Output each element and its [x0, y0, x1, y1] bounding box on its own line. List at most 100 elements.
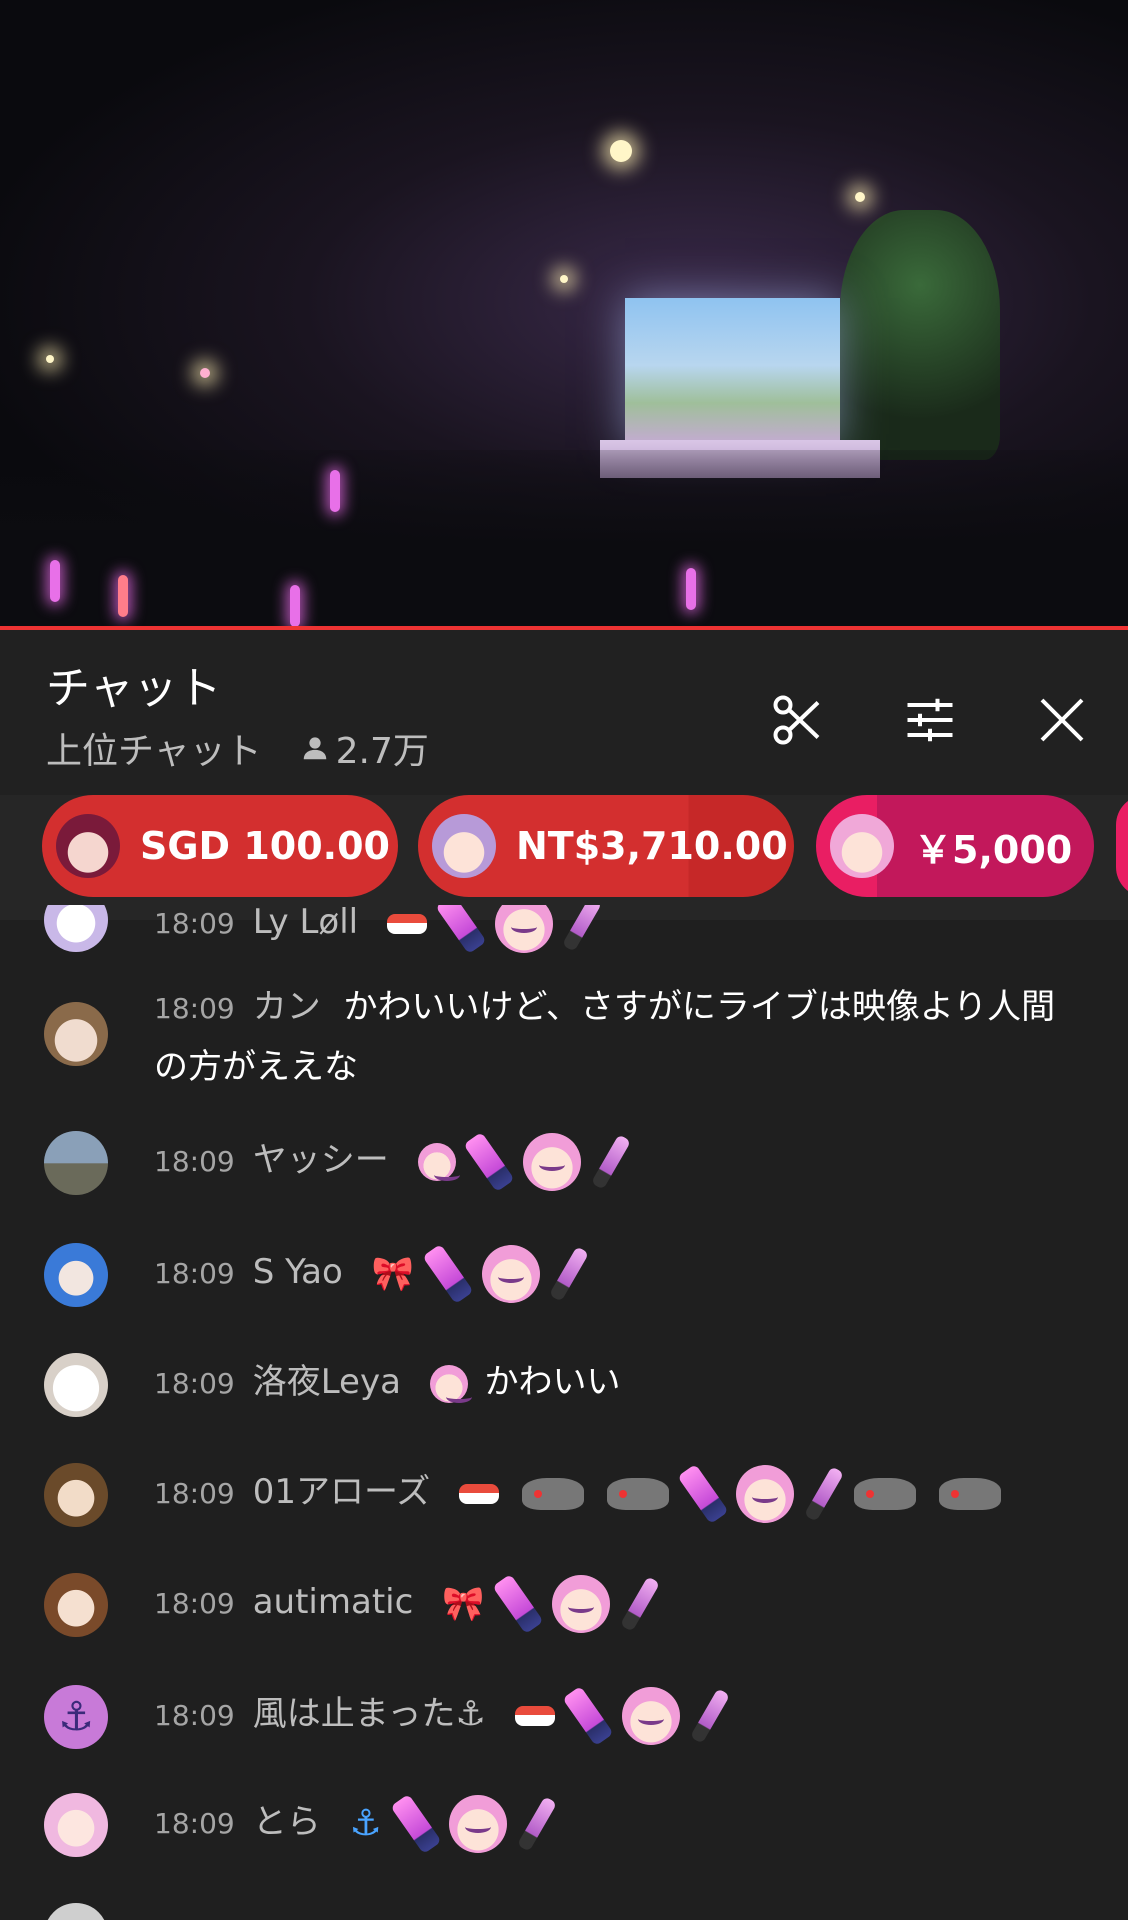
- stage-light: [560, 275, 568, 283]
- character-emote: [481, 1244, 540, 1303]
- avatar: ⚓: [44, 1685, 108, 1749]
- cat-emote: [938, 1477, 1001, 1510]
- glowstick-emote: [389, 1793, 442, 1854]
- glowstick-emote: [463, 1131, 515, 1192]
- message-time: 18:09: [154, 907, 235, 940]
- stage-screen: [625, 298, 840, 448]
- glowstick-emote: [804, 1465, 845, 1522]
- glowstick-emote: [517, 1795, 558, 1852]
- superchat-chip[interactable]: NT$3,710.00: [418, 795, 794, 897]
- character-emote: [449, 1794, 508, 1853]
- chat-message: 18:09 ヤッシー: [0, 1123, 1128, 1203]
- chat-message: 18:09 01アローズ: [0, 1455, 1128, 1535]
- message-author: カン: [252, 987, 321, 1027]
- stage-light: [46, 355, 54, 363]
- avatar: [44, 1903, 108, 1920]
- person-icon: [303, 737, 326, 760]
- avatar: [44, 1793, 108, 1857]
- chat-message: 18:09 S Yao 🎀: [0, 1235, 1128, 1315]
- chat-title: チャット: [46, 663, 222, 714]
- superchat-chip[interactable]: [1116, 795, 1128, 897]
- sushi-emoji: [514, 1705, 555, 1726]
- superchat-ticker: SGD 100.00 NT$3,710.00 ￥5,000: [0, 795, 1128, 920]
- stage-light: [610, 140, 632, 162]
- superchat-amount: SGD 100.00: [140, 824, 390, 868]
- message-time: 18:09: [154, 1587, 235, 1620]
- character-emote: [552, 1574, 611, 1633]
- glowstick-emote: [690, 1687, 731, 1744]
- superchat-amount: ￥5,000: [914, 827, 1073, 872]
- message-author: 洛夜Leya: [252, 1362, 401, 1402]
- viewer-count: 2.7万: [300, 722, 429, 774]
- character-emote: [622, 1686, 681, 1745]
- chat-mode-label: 上位チャット: [46, 731, 262, 772]
- glowstick-emote: [435, 905, 487, 954]
- glowstick-emote: [422, 1243, 474, 1304]
- message-author: S Yao: [252, 1252, 343, 1292]
- glowstick: [686, 568, 696, 610]
- message-author: とら: [252, 1802, 321, 1842]
- chat-message: [0, 1895, 1128, 1920]
- message-author: 01アローズ: [252, 1472, 431, 1512]
- message-author: Ly Løll: [252, 905, 359, 942]
- message-time: 18:09: [154, 1367, 235, 1400]
- glowstick: [50, 560, 60, 602]
- avatar: [44, 1353, 108, 1417]
- clip-scissors-icon[interactable]: [768, 690, 828, 750]
- glowstick-emote: [676, 1463, 729, 1524]
- superchat-amount: NT$3,710.00: [516, 824, 788, 868]
- sushi-emoji: [459, 1483, 500, 1504]
- superchat-chip[interactable]: ￥5,000: [816, 795, 1094, 897]
- message-time: 18:09: [154, 1477, 235, 1510]
- chat-message-list[interactable]: 18:09 Ly Løll 18:09 カン かわいいけど、さすがにライブは映像より…: [0, 905, 1128, 1920]
- character-emote: [417, 1142, 460, 1181]
- character-emote: [429, 1364, 472, 1403]
- character-emote: [523, 1132, 582, 1191]
- message-author: autimatic: [252, 1582, 414, 1622]
- glowstick-emote: [562, 1685, 615, 1746]
- avatar: [830, 814, 894, 878]
- chat-header: チャット 上位チャット 2.7万: [0, 630, 1128, 795]
- audience: [0, 450, 1128, 630]
- avatar: [44, 1573, 108, 1637]
- anchor-emoji: ⚓: [349, 1802, 382, 1844]
- message-author: ヤッシー: [252, 1140, 389, 1180]
- ribbon-emoji: 🎀: [371, 1253, 414, 1294]
- superchat-chip[interactable]: SGD 100.00: [42, 795, 398, 897]
- glowstick: [118, 575, 128, 617]
- stage-light: [855, 192, 865, 202]
- message-text: かわいい: [484, 1362, 621, 1402]
- viewer-count-value: 2.7万: [335, 731, 429, 772]
- message-time: 18:09: [154, 1257, 235, 1290]
- avatar: [44, 1463, 108, 1527]
- message-time: 18:09: [154, 1145, 235, 1178]
- chat-message: ⚓ 18:09 風は止まった⚓: [0, 1677, 1128, 1757]
- message-time: 18:09: [154, 1699, 235, 1732]
- chat-message: 18:09 洛夜Leya かわいい: [0, 1345, 1128, 1425]
- chat-message: 18:09 Ly Løll: [0, 905, 1128, 955]
- cat-emote: [606, 1477, 669, 1510]
- glowstick-emote: [619, 1575, 660, 1632]
- chat-message: 18:09 autimatic 🎀: [0, 1565, 1128, 1645]
- stage-tree: [840, 210, 1000, 460]
- glowstick-emote: [492, 1573, 544, 1634]
- message-time: 18:09: [154, 992, 235, 1025]
- chat-mode-selector[interactable]: 上位チャット 2.7万: [46, 722, 429, 774]
- glowstick-emote: [562, 905, 603, 952]
- avatar: [432, 814, 496, 878]
- video-player[interactable]: [0, 0, 1128, 630]
- avatar: [44, 905, 108, 952]
- chat-message: 18:09 カン かわいいけど、さすがにライブは映像より人間の方がええな: [0, 978, 1128, 1094]
- message-author: 風は止まった⚓: [252, 1694, 486, 1734]
- close-icon[interactable]: [1032, 690, 1092, 750]
- chat-message: 18:09 とら ⚓: [0, 1785, 1128, 1865]
- glowstick: [330, 470, 340, 512]
- stage-light: [200, 368, 210, 378]
- avatar: [44, 1131, 108, 1195]
- message-time: 18:09: [154, 1807, 235, 1840]
- glowstick: [290, 585, 300, 627]
- avatar: [56, 814, 120, 878]
- avatar: [44, 1243, 108, 1307]
- settings-sliders-icon[interactable]: [900, 690, 960, 750]
- character-emote: [494, 905, 553, 953]
